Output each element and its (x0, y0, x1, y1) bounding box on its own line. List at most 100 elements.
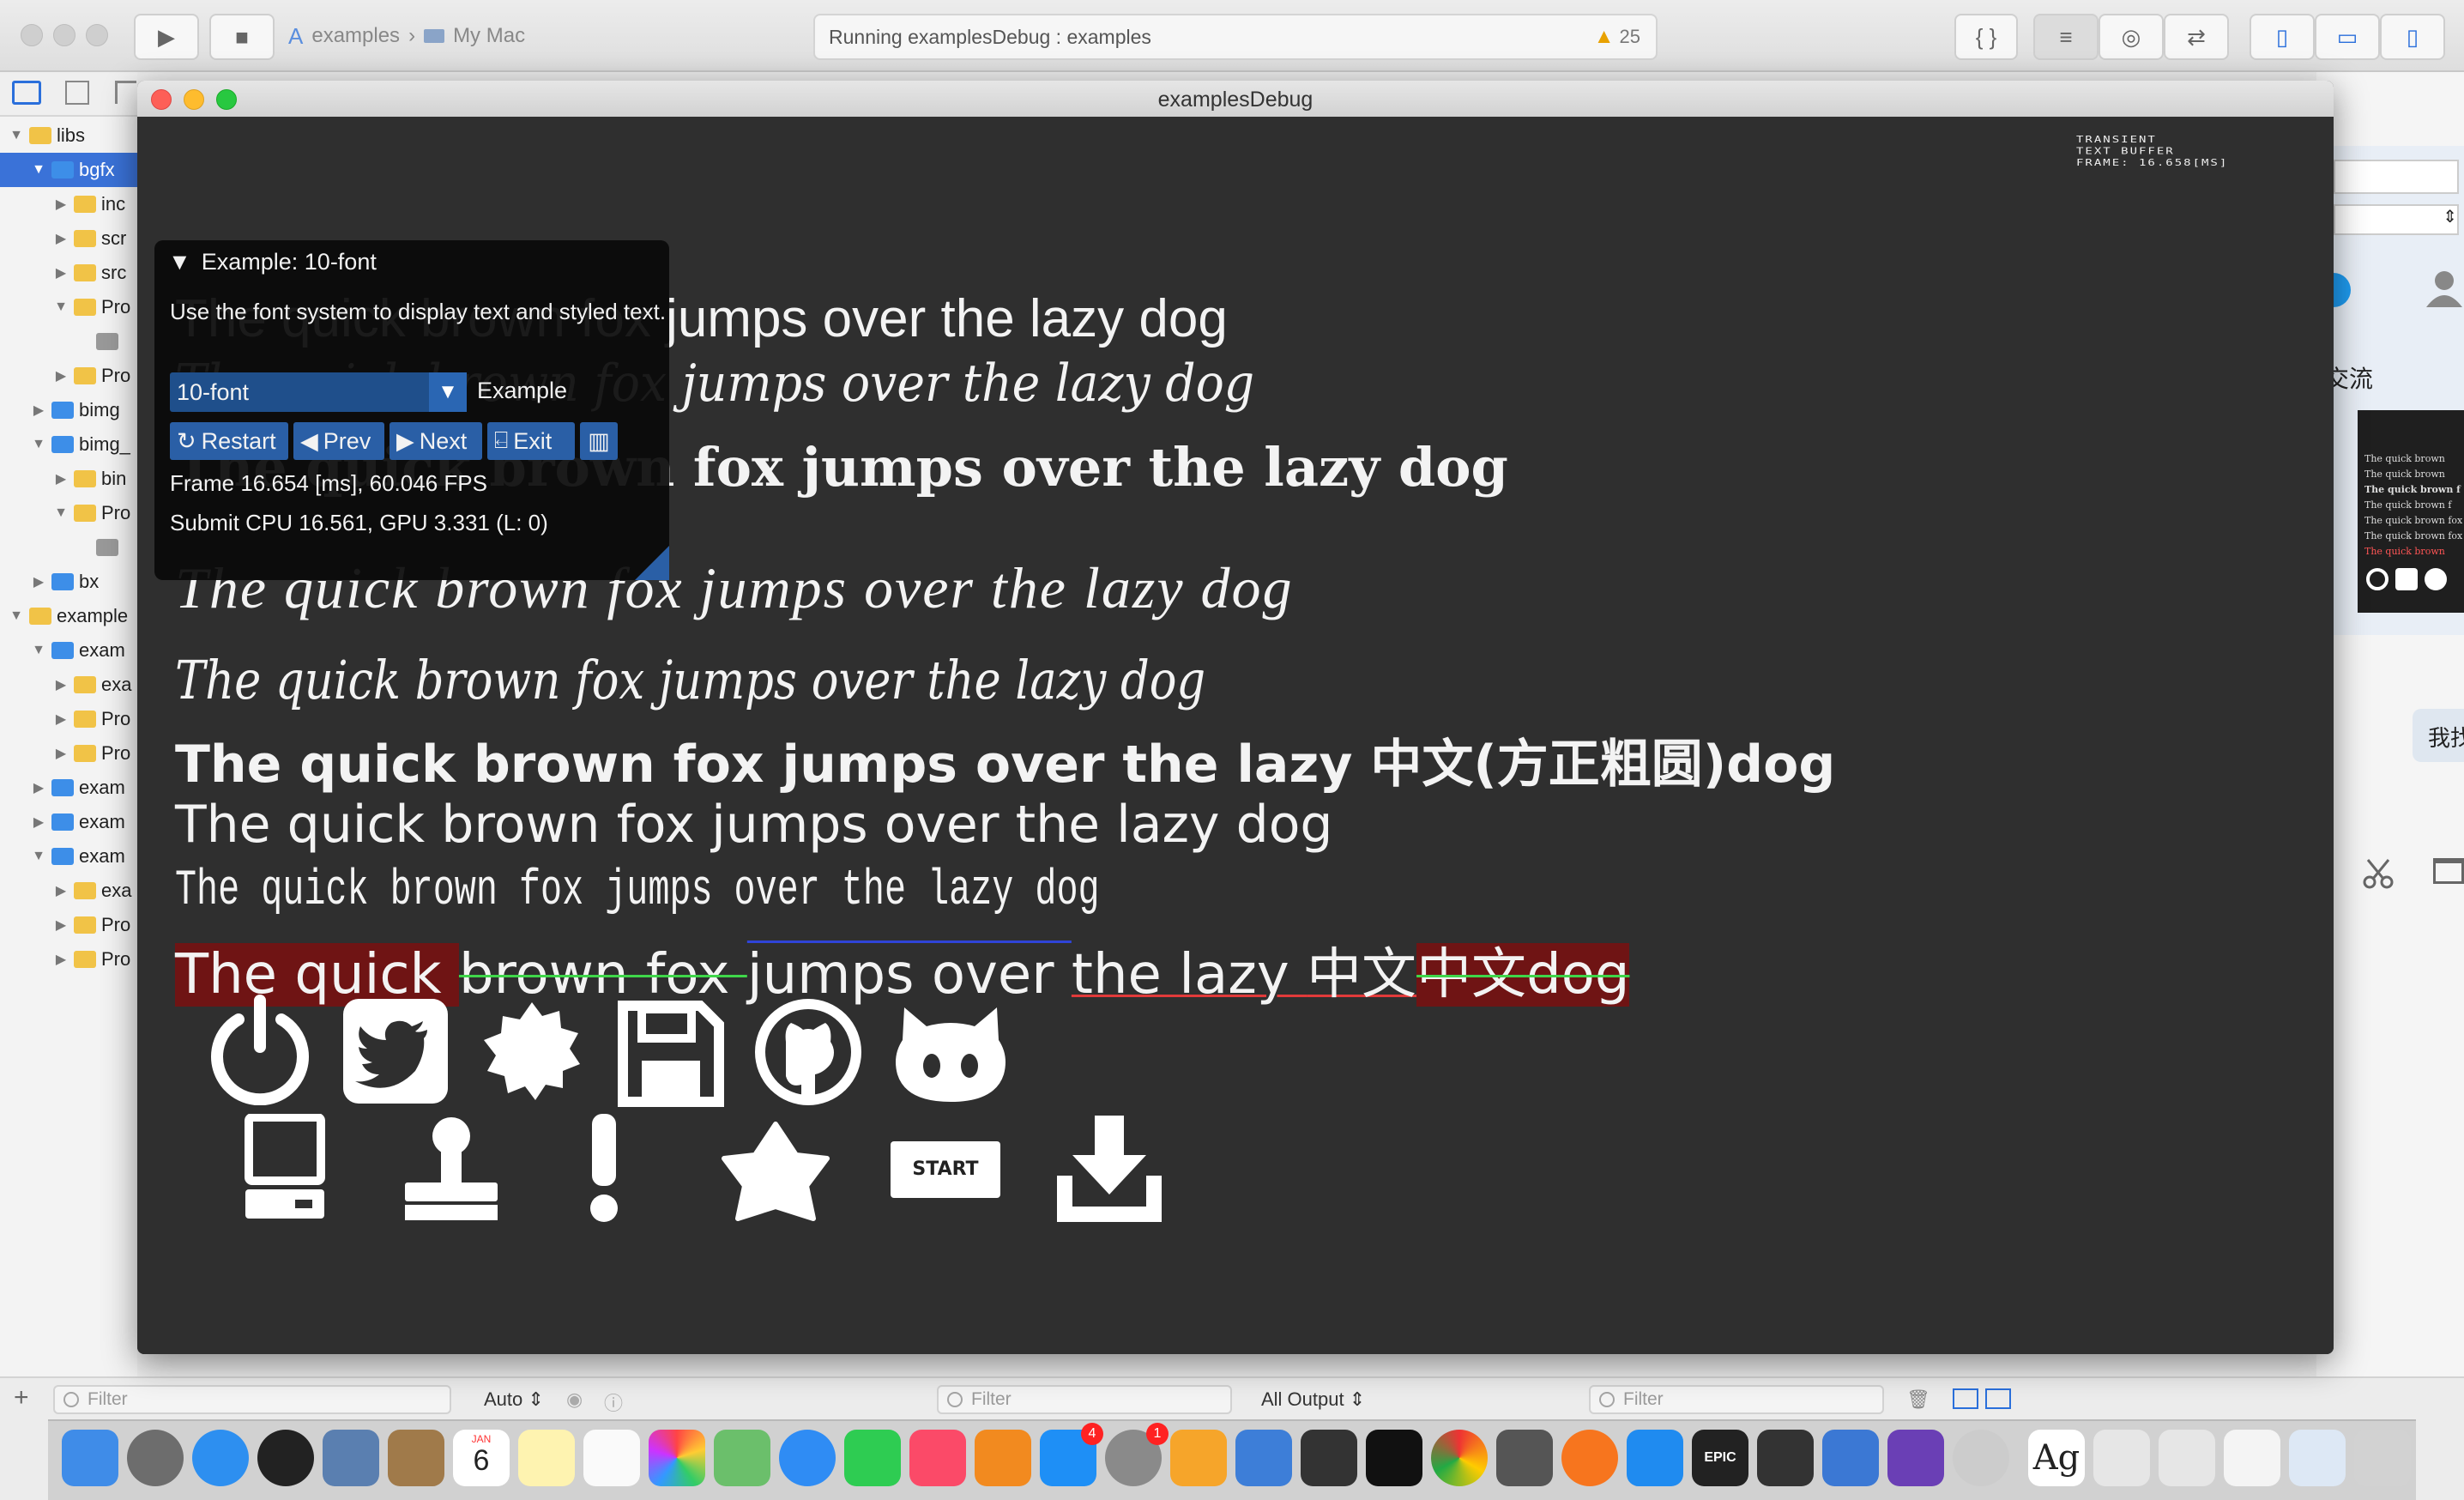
disclosure-closed-icon[interactable]: ▶ (29, 402, 48, 419)
maps-icon[interactable] (714, 1430, 770, 1486)
assistant-editor-button[interactable]: ◎ (2099, 14, 2164, 60)
no-entry-icon[interactable] (1953, 1430, 2009, 1486)
standard-editor-button[interactable]: ≡ (2033, 14, 2099, 60)
qq-icon[interactable] (1301, 1430, 1357, 1486)
contacts-icon[interactable] (388, 1430, 444, 1486)
avatar-icon[interactable] (2425, 268, 2464, 307)
imgui-example-window[interactable]: ▼ Example: 10-font Use the font system t… (154, 240, 669, 580)
disclosure-closed-icon[interactable]: ▶ (51, 470, 70, 487)
books-icon[interactable] (975, 1430, 1031, 1486)
disclosure-closed-icon[interactable]: ▶ (51, 745, 70, 762)
background-input[interactable] (2334, 160, 2459, 194)
disclosure-closed-icon[interactable]: ▶ (51, 711, 70, 728)
info-icon[interactable]: ⓘ (604, 1388, 623, 1416)
window-thumbnail-1[interactable] (2093, 1430, 2150, 1486)
navigator-filter-input[interactable]: Filter (53, 1385, 451, 1414)
messages-icon[interactable] (779, 1430, 836, 1486)
navigator-row[interactable]: ▶ exam (0, 805, 137, 839)
unity-icon[interactable] (1757, 1430, 1814, 1486)
notes-icon[interactable] (518, 1430, 575, 1486)
trash-icon[interactable]: 🗑 (1906, 1388, 1930, 1411)
sketch-icon[interactable] (1170, 1430, 1227, 1486)
disclosure-open-icon[interactable]: ▼ (51, 299, 70, 315)
xcode-icon[interactable] (1235, 1430, 1292, 1486)
epic-games-icon[interactable]: EPIC (1692, 1430, 1748, 1486)
output-select[interactable]: All Output ⇕ (1261, 1388, 1365, 1411)
navigator-row[interactable]: ▶ exa (0, 668, 137, 702)
folder-icon[interactable] (2433, 858, 2464, 884)
system-preferences-icon[interactable]: 1 (1105, 1423, 1169, 1486)
version-editor-button[interactable]: ⇄ (2164, 14, 2229, 60)
source-control-tab-icon[interactable] (65, 81, 89, 105)
navigator-row[interactable]: ▶ Pro (0, 908, 137, 942)
calculator-icon[interactable] (1496, 1430, 1553, 1486)
inspector-toggle-button[interactable]: ▯ (2380, 14, 2445, 60)
disclosure-open-icon[interactable]: ▼ (29, 437, 48, 452)
navigator-row[interactable]: ▶ Pro (0, 736, 137, 771)
resize-grip[interactable] (635, 546, 669, 580)
disclosure-closed-icon[interactable]: ▶ (51, 916, 70, 934)
disclosure-open-icon[interactable]: ▼ (51, 505, 70, 521)
disclosure-closed-icon[interactable]: ▶ (29, 814, 48, 831)
window-close-button[interactable] (21, 24, 43, 46)
render-canvas[interactable]: TRANSIENT TEXT BUFFER FRAME: 16.658[MS] … (137, 117, 2334, 1354)
disclosure-closed-icon[interactable]: ▶ (29, 779, 48, 796)
navigator-row[interactable]: ▼ libs (0, 118, 137, 153)
navigator-row[interactable]: ▼ exam (0, 633, 137, 668)
disclosure-closed-icon[interactable]: ▶ (51, 264, 70, 281)
disclosure-closed-icon[interactable]: ▶ (51, 676, 70, 693)
navigator-row[interactable]: ▼ exam (0, 839, 137, 874)
library-button[interactable]: { } (1954, 14, 2018, 60)
photos-icon[interactable] (649, 1430, 705, 1486)
disclosure-open-icon[interactable]: ▼ (29, 162, 48, 178)
preview-icon[interactable] (323, 1430, 379, 1486)
facetime-icon[interactable] (844, 1430, 901, 1486)
navigator-row[interactable]: ▼ bimg_ (0, 427, 137, 462)
exit-button[interactable]: ⍇ Exit (487, 422, 575, 460)
reminders-icon[interactable] (583, 1430, 640, 1486)
feishu-icon[interactable] (1627, 1430, 1683, 1486)
restart-button[interactable]: ↻ Restart (170, 422, 288, 460)
background-select[interactable]: ⇕ (2334, 204, 2459, 235)
app-thumbnail[interactable]: The quick brown The quick brown The quic… (2358, 410, 2464, 613)
disclosure-closed-icon[interactable]: ▶ (51, 196, 70, 213)
font-book-icon[interactable]: Ag (2028, 1430, 2085, 1486)
navigator-row[interactable]: ▶ Pro (0, 359, 137, 393)
window-zoom-button[interactable] (86, 24, 108, 46)
disclosure-open-icon[interactable]: ▼ (7, 608, 26, 624)
navigator-row[interactable] (0, 324, 137, 359)
visual-studio-icon[interactable] (1887, 1430, 1944, 1486)
finder-icon[interactable] (62, 1430, 118, 1486)
navigator-row[interactable]: ▶ bimg (0, 393, 137, 427)
disclosure-closed-icon[interactable]: ▶ (51, 230, 70, 247)
terminal-icon[interactable] (1366, 1430, 1422, 1486)
window-minimize-button[interactable] (53, 24, 75, 46)
window-thumbnail-2[interactable] (2159, 1430, 2215, 1486)
symbol-tab-icon[interactable] (115, 81, 136, 104)
navigator-row[interactable]: ▶ scr (0, 221, 137, 256)
navigator-row[interactable]: ▶ bx (0, 565, 137, 599)
disclosure-closed-icon[interactable]: ▶ (51, 882, 70, 899)
scheme-selector[interactable]: A examples › My Mac (288, 17, 525, 55)
scissors-icon[interactable] (2361, 856, 2395, 891)
disclosure-open-icon[interactable]: ▼ (29, 849, 48, 864)
example-combo[interactable]: 10-font ▼ (170, 372, 467, 412)
split-left-icon[interactable] (1953, 1388, 1978, 1409)
navigator-row[interactable]: ▶ Pro (0, 942, 137, 977)
eye-icon[interactable]: ◉ (566, 1388, 583, 1411)
prev-button[interactable]: ◀ Prev (293, 422, 384, 460)
variables-scope-select[interactable]: Auto ⇕ (484, 1388, 544, 1411)
stats-button[interactable]: ▥ (580, 422, 618, 460)
downloads-stack-icon[interactable] (2289, 1430, 2346, 1486)
navigator-row[interactable]: ▼ Pro (0, 496, 137, 530)
navigator-row[interactable]: ▶ inc (0, 187, 137, 221)
stop-button[interactable]: ■ (209, 14, 275, 60)
launchpad-icon[interactable] (127, 1430, 184, 1486)
instruments-icon[interactable] (1822, 1430, 1879, 1486)
app-store-icon[interactable]: 4 (1040, 1423, 1103, 1486)
music-icon[interactable] (909, 1430, 966, 1486)
chrome-icon[interactable] (1431, 1430, 1488, 1486)
disclosure-closed-icon[interactable]: ▶ (51, 367, 70, 384)
imgui-title-bar[interactable]: ▼ Example: 10-font (168, 249, 377, 275)
navigator-toggle-button[interactable]: ▯ (2250, 14, 2315, 60)
